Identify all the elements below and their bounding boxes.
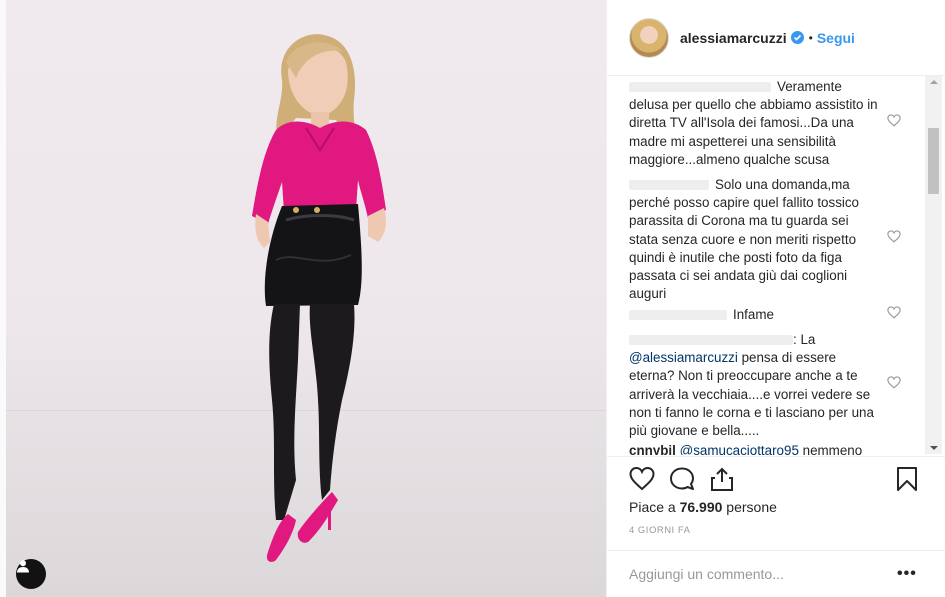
post-photo[interactable] (6, 0, 606, 597)
more-options-button[interactable]: ••• (897, 565, 917, 583)
avatar[interactable] (629, 17, 669, 58)
add-comment-bar: Aggiungi un commento... (607, 550, 945, 597)
share-upload-icon (711, 467, 733, 491)
likes-count[interactable]: Piace a 76.990 persone (629, 499, 777, 515)
scrollbar-thumb[interactable] (928, 128, 939, 194)
comment-text: Solo una domanda,ma perché posso capire … (629, 177, 860, 302)
share-button[interactable] (709, 466, 735, 492)
comment-author-redacted (629, 180, 709, 190)
comment-item: Solo una domanda,ma perché posso capire … (629, 176, 901, 303)
bookmark-icon (897, 467, 917, 491)
follow-button[interactable]: Segui (817, 30, 855, 46)
comment-bubble-icon (670, 467, 694, 490)
small-heart-icon (887, 376, 901, 389)
comments-list[interactable]: Veramente delusa per quello che abbiamo … (629, 78, 921, 455)
scroll-up-arrow-icon[interactable] (930, 80, 938, 84)
comment-author[interactable]: cnnybil (629, 443, 676, 455)
comment-author-redacted (629, 335, 793, 346)
post-username[interactable]: alessiamarcuzzi (680, 30, 787, 46)
user-tag-button[interactable] (16, 559, 46, 589)
header-separator: • (808, 30, 813, 45)
small-heart-icon (887, 114, 901, 127)
comment-text: cnnybil @samucaciottaro95 nemmeno (629, 442, 879, 455)
small-heart-icon (887, 230, 901, 243)
user-tag-icon (17, 560, 29, 573)
heart-outline-icon (629, 466, 655, 491)
save-button[interactable] (894, 466, 920, 492)
post-header: alessiamarcuzzi • Segui (607, 0, 945, 76)
comment-text: : La @alessiamarcuzzi pensa di essere et… (629, 332, 874, 439)
small-heart-icon (887, 306, 901, 319)
comment-author-redacted (629, 310, 727, 320)
comment-mention-link[interactable]: @samucaciottaro95 (680, 443, 799, 455)
scroll-down-arrow-icon[interactable] (930, 446, 938, 450)
like-button[interactable] (629, 466, 655, 492)
comment-mention-link[interactable]: @alessiamarcuzzi (629, 350, 738, 365)
post-action-bar (607, 456, 945, 496)
comment-text: Infame (733, 307, 774, 322)
woman-figure-illustration (252, 34, 386, 562)
post-date[interactable]: 4 GIORNI FA (629, 525, 690, 536)
verified-badge-icon (790, 31, 804, 44)
comment-like-button[interactable] (887, 306, 901, 324)
comment-item: Veramente delusa per quello che abbiamo … (629, 78, 901, 169)
comment-like-button[interactable] (887, 230, 901, 248)
comment-button[interactable] (669, 466, 695, 492)
post-sidebar: alessiamarcuzzi • Segui Veramente delusa… (606, 0, 945, 597)
comment-author-redacted (629, 82, 771, 92)
comment-item: : La @alessiamarcuzzi pensa di essere et… (629, 331, 901, 440)
comment-item: cnnybil @samucaciottaro95 nemmeno (629, 442, 879, 455)
comments-scrollbar[interactable] (925, 76, 942, 454)
comment-like-button[interactable] (887, 114, 901, 132)
comment-like-button[interactable] (887, 376, 901, 394)
